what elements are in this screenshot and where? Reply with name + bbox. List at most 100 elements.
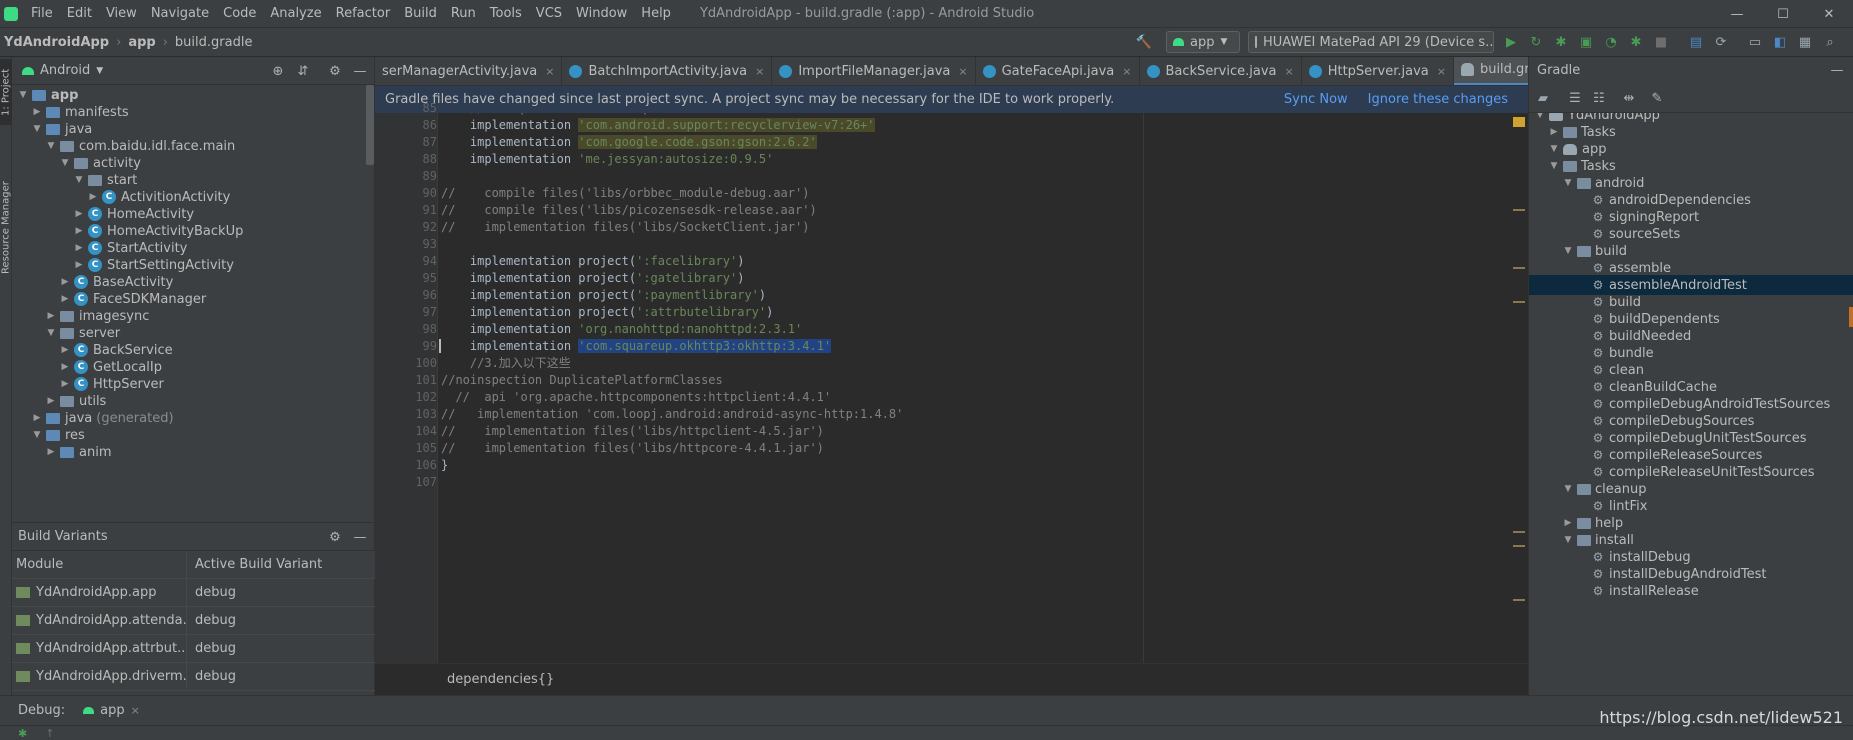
stripe-mark[interactable] bbox=[1513, 599, 1525, 601]
stripe-mark[interactable] bbox=[1513, 531, 1525, 533]
collapsed-arrow-icon[interactable]: ▶ bbox=[58, 379, 72, 389]
menu-build[interactable]: Build bbox=[397, 6, 444, 21]
collapsed-arrow-icon[interactable]: ▶ bbox=[72, 260, 86, 270]
ignore-changes-link[interactable]: Ignore these changes bbox=[1368, 92, 1508, 107]
collapsed-arrow-icon[interactable]: ▶ bbox=[72, 243, 86, 253]
editor-tab-active[interactable]: build.gradle (:app)× bbox=[1453, 57, 1528, 85]
variant-select[interactable]: debug bbox=[187, 585, 236, 600]
variant-select[interactable]: debug bbox=[187, 669, 236, 684]
code-line[interactable]: // implementation files('libs/SocketClie… bbox=[441, 217, 809, 237]
breadcrumb-file[interactable]: build.gradle bbox=[171, 35, 257, 50]
expanded-arrow-icon[interactable]: ▼ bbox=[72, 175, 86, 185]
table-row[interactable]: YdAndroidApp.attrbut... debug bbox=[12, 635, 375, 663]
collapsed-arrow-icon[interactable]: ▶ bbox=[72, 209, 86, 219]
column-header-variant[interactable]: Active Build Variant bbox=[187, 557, 322, 572]
variant-select[interactable]: debug bbox=[187, 641, 236, 656]
menu-refactor[interactable]: Refactor bbox=[329, 6, 398, 21]
debug-tab-app[interactable]: app × bbox=[83, 703, 140, 718]
table-row[interactable]: YdAndroidApp.attenda... debug bbox=[12, 607, 375, 635]
collapsed-arrow-icon[interactable]: ▶ bbox=[58, 294, 72, 304]
gradle-elephant-icon[interactable]: ▰ bbox=[1535, 90, 1551, 106]
close-tab-icon[interactable]: × bbox=[545, 65, 554, 78]
breadcrumb-module[interactable]: app bbox=[124, 35, 159, 50]
expand-all-icon[interactable]: ☰ bbox=[1567, 90, 1583, 106]
variant-select[interactable]: debug bbox=[187, 613, 236, 628]
code-line[interactable]: // implementation files('libs/httpcore-4… bbox=[441, 438, 824, 458]
editor-tab[interactable]: HttpServer.java × bbox=[1302, 57, 1454, 85]
menu-file[interactable]: File bbox=[24, 6, 60, 21]
tab-project[interactable]: 1: Project bbox=[0, 59, 12, 125]
menu-tools[interactable]: Tools bbox=[483, 6, 529, 21]
hide-panel-icon[interactable]: — bbox=[352, 63, 368, 79]
expanded-arrow-icon[interactable]: ▼ bbox=[1561, 535, 1575, 545]
expanded-arrow-icon[interactable]: ▼ bbox=[1533, 113, 1547, 120]
collapsed-arrow-icon[interactable]: ▶ bbox=[58, 362, 72, 372]
expanded-arrow-icon[interactable]: ▼ bbox=[58, 158, 72, 168]
collapse-all-icon[interactable]: ☷ bbox=[1591, 90, 1607, 106]
gear-icon[interactable]: ⚙ bbox=[327, 529, 343, 545]
collapsed-arrow-icon[interactable]: ▶ bbox=[72, 226, 86, 236]
table-row[interactable]: YdAndroidApp.app debug bbox=[12, 579, 375, 607]
collapsed-arrow-icon[interactable]: ▶ bbox=[44, 311, 58, 321]
expanded-arrow-icon[interactable]: ▼ bbox=[44, 141, 58, 151]
expanded-arrow-icon[interactable]: ▼ bbox=[1547, 161, 1561, 171]
close-tab-icon[interactable]: × bbox=[1122, 65, 1131, 78]
menu-view[interactable]: View bbox=[99, 6, 144, 21]
editor-tab[interactable]: ImportFileManager.java × bbox=[772, 57, 976, 85]
sync-now-link[interactable]: Sync Now bbox=[1284, 92, 1348, 107]
minimize-button[interactable]: — bbox=[1714, 0, 1760, 28]
expanded-arrow-icon[interactable]: ▼ bbox=[16, 90, 30, 100]
apply-changes-icon[interactable]: ↻ bbox=[1528, 34, 1544, 50]
stripe-mark[interactable] bbox=[1513, 545, 1525, 547]
stop-icon[interactable]: ■ bbox=[1653, 34, 1669, 50]
close-tab-icon[interactable]: × bbox=[1437, 65, 1446, 78]
hide-panel-icon[interactable]: — bbox=[352, 529, 368, 545]
project-scrollbar[interactable] bbox=[366, 85, 374, 165]
up-arrow-icon[interactable]: ↑ bbox=[45, 727, 54, 740]
locate-target-icon[interactable]: ⊕ bbox=[270, 63, 286, 79]
menu-analyze[interactable]: Analyze bbox=[263, 6, 328, 21]
run-configuration-select[interactable]: app ▼ bbox=[1166, 31, 1240, 53]
avd-manager-icon[interactable]: ▤ bbox=[1688, 34, 1704, 50]
code-line[interactable]: implementation 'me.jessyan:autosize:0.9.… bbox=[441, 149, 773, 169]
editor-tab[interactable]: GateFaceApi.java × bbox=[976, 57, 1140, 85]
maximize-button[interactable]: ☐ bbox=[1760, 0, 1806, 28]
expanded-arrow-icon[interactable]: ▼ bbox=[1561, 178, 1575, 188]
collapsed-arrow-icon[interactable]: ▶ bbox=[1547, 127, 1561, 137]
code-editor[interactable]: //noinspection GradleCompatible implemen… bbox=[437, 113, 1528, 663]
collapsed-arrow-icon[interactable]: ▶ bbox=[58, 345, 72, 355]
expanded-arrow-icon[interactable]: ▼ bbox=[44, 328, 58, 338]
editor-tab[interactable]: serManagerActivity.java × bbox=[375, 57, 563, 85]
profile-icon[interactable]: ◔ bbox=[1603, 34, 1619, 50]
sync-gradle-icon[interactable]: ⟳ bbox=[1713, 34, 1729, 50]
search-everywhere-icon[interactable]: ⌕ bbox=[1822, 34, 1838, 50]
stripe-mark[interactable] bbox=[1513, 209, 1525, 211]
close-window-button[interactable]: ✕ bbox=[1806, 0, 1852, 28]
stripe-mark[interactable] bbox=[1513, 301, 1525, 303]
menu-code[interactable]: Code bbox=[216, 6, 263, 21]
menu-run[interactable]: Run bbox=[444, 6, 483, 21]
menu-window[interactable]: Window bbox=[569, 6, 634, 21]
wrench-icon[interactable]: ✎ bbox=[1649, 90, 1665, 106]
menu-edit[interactable]: Edit bbox=[60, 6, 99, 21]
column-header-module[interactable]: Module bbox=[12, 551, 187, 578]
close-tab-icon[interactable]: × bbox=[958, 65, 967, 78]
menu-navigate[interactable]: Navigate bbox=[144, 6, 216, 21]
collapse-all-icon[interactable]: ⇵ bbox=[295, 63, 311, 79]
warning-indicator-icon[interactable] bbox=[1513, 117, 1525, 127]
collapsed-arrow-icon[interactable]: ▶ bbox=[44, 396, 58, 406]
collapsed-arrow-icon[interactable]: ▶ bbox=[58, 277, 72, 287]
code-line[interactable]: } bbox=[441, 455, 448, 475]
run-with-coverage-icon[interactable]: ▣ bbox=[1578, 34, 1594, 50]
attach-debugger-icon[interactable]: ✱ bbox=[1628, 34, 1644, 50]
editor-tab[interactable]: BatchImportActivity.java × bbox=[562, 57, 773, 85]
table-row[interactable]: YdAndroidApp.driverm... debug bbox=[12, 663, 375, 691]
expanded-arrow-icon[interactable]: ▼ bbox=[30, 430, 44, 440]
close-tab-icon[interactable]: × bbox=[131, 704, 140, 717]
project-view-select[interactable]: Android ▼ bbox=[22, 63, 103, 78]
device-manager-icon[interactable]: ◧ bbox=[1772, 34, 1788, 50]
group-modules-icon[interactable]: ⇹ bbox=[1621, 90, 1637, 106]
device-select[interactable]: HUAWEI MatePad API 29 (Device s... ▼ bbox=[1248, 31, 1494, 53]
gear-icon[interactable]: ⚙ bbox=[327, 63, 343, 79]
menu-vcs[interactable]: VCS bbox=[529, 6, 569, 21]
